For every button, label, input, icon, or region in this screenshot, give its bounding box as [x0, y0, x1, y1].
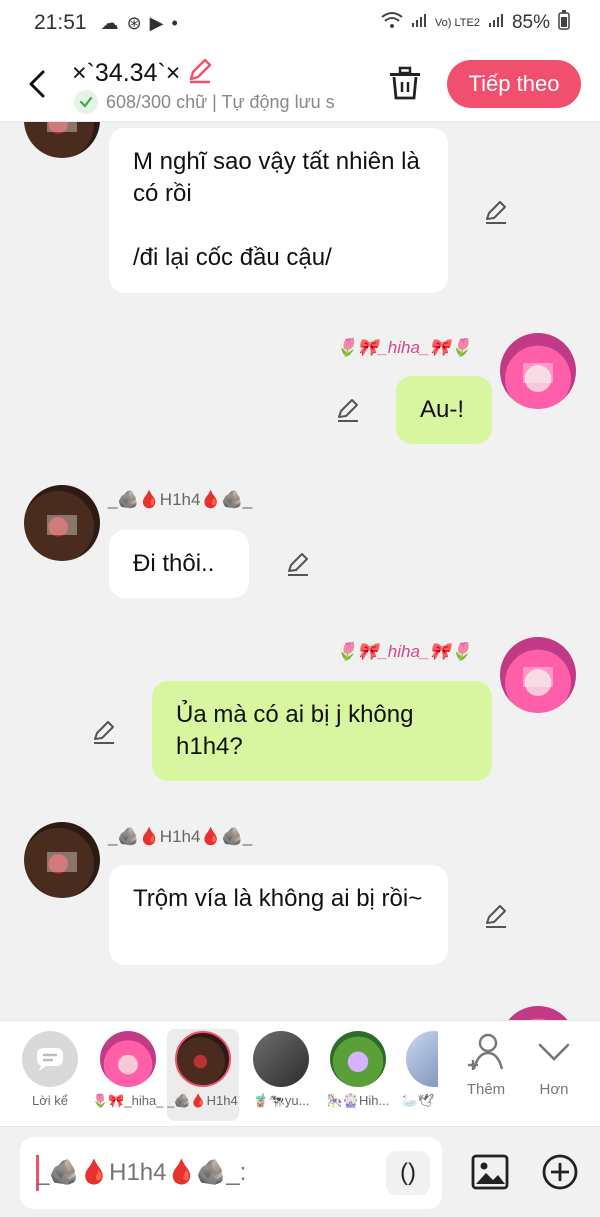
dot-icon: •: [171, 12, 178, 33]
character-label: 🎠🎡Hih...: [326, 1093, 390, 1108]
message-bubble[interactable]: Au-!: [396, 376, 492, 444]
signal-icon: [411, 12, 427, 34]
message-input[interactable]: [36, 1151, 376, 1195]
status-time: 21:51: [34, 11, 87, 34]
message-bubble[interactable]: Trộm vía là không ai bị rồi~: [109, 865, 448, 965]
story-title[interactable]: ×`34.34`×: [72, 56, 214, 91]
avatar[interactable]: [24, 822, 100, 898]
composer: (): [0, 1126, 600, 1217]
more-label: Hơn: [539, 1081, 569, 1098]
add-character-button[interactable]: Thêm: [456, 1031, 516, 1098]
compass-icon: ⊛: [126, 12, 142, 33]
signal-icon-2: [488, 12, 504, 34]
sender-name: _🪨🩸H1h4🩸🪨_: [108, 490, 253, 509]
character-option[interactable]: 🧋🐄yu...: [245, 1029, 317, 1121]
character-label: 🌷🎀_hiha_🎀🌷: [92, 1093, 164, 1108]
character-option[interactable]: 🦢🕊: [398, 1029, 438, 1121]
title-text: ×`34.34`×: [72, 59, 181, 87]
sender-name: 🌷🎀_hiha_🎀🌷: [336, 338, 472, 357]
add-label: Thêm: [466, 1081, 506, 1098]
character-avatar: [100, 1031, 156, 1087]
more-button[interactable]: Hơn: [524, 1031, 584, 1098]
add-person-icon: [468, 1033, 504, 1070]
sender-name: 🌷🎀_hiha_🎀🌷: [336, 642, 472, 661]
word-count-text: 608/300 chữ | Tự động lưu s: [106, 91, 335, 112]
chat-area[interactable]: M nghĩ sao vậy tất nhiên là có rồi /đi l…: [0, 122, 600, 1020]
action-parentheses-button[interactable]: (): [386, 1151, 430, 1195]
message-input-box[interactable]: (): [20, 1137, 442, 1209]
editor-header: ×`34.34`× 608/300 chữ | Tự động lưu s Ti…: [0, 46, 600, 122]
add-circle-icon[interactable]: [540, 1152, 580, 1192]
character-avatar: [406, 1031, 438, 1087]
battery-icon: [558, 10, 570, 36]
narrator-icon: [22, 1031, 78, 1087]
storyteller-label: Lời kể: [32, 1093, 68, 1108]
message-bubble[interactable]: Đi thôi..: [109, 530, 249, 598]
image-icon[interactable]: [470, 1152, 510, 1192]
edit-pencil-icon[interactable]: [284, 550, 312, 578]
wifi-icon: [381, 11, 403, 35]
status-system-icons: Vo) LTE2 85%: [381, 10, 570, 36]
avatar[interactable]: [500, 637, 576, 713]
character-avatar: [253, 1031, 309, 1087]
pencil-icon[interactable]: [186, 56, 214, 91]
chevron-down-icon: [538, 1043, 570, 1061]
character-option[interactable]: 🌷🎀_hiha_🎀🌷: [92, 1029, 164, 1121]
character-option-selected[interactable]: _🪨🩸H1h4🩸🪨_: [167, 1029, 239, 1121]
youtube-icon: ▶: [149, 12, 164, 33]
message-bubble[interactable]: M nghĩ sao vậy tất nhiên là có rồi /đi l…: [109, 128, 448, 293]
sender-name: _🪨🩸H1h4🩸🪨_: [108, 827, 253, 846]
message-bubble[interactable]: Ủa mà có ai bị j không h1h4?: [152, 681, 492, 781]
avatar[interactable]: [500, 333, 576, 409]
character-avatar: [175, 1031, 231, 1087]
character-label: _🪨🩸H1h4🩸🪨_: [167, 1093, 239, 1108]
edit-pencil-icon[interactable]: [334, 396, 362, 424]
status-notification-icons: ☁ ⊛ ▶ •: [101, 13, 178, 34]
back-arrow-icon[interactable]: [22, 66, 52, 102]
character-avatar: [330, 1031, 386, 1087]
status-bar: 21:51 ☁ ⊛ ▶ • Vo) LTE2 85%: [0, 0, 600, 46]
edit-pencil-icon[interactable]: [482, 198, 510, 226]
word-count-status: 608/300 chữ | Tự động lưu s: [74, 90, 335, 114]
character-label: 🧋🐄yu...: [252, 1093, 310, 1108]
check-icon: [74, 90, 98, 114]
storyteller-button[interactable]: Lời kể: [14, 1029, 86, 1121]
network-label: Vo) LTE2: [434, 16, 480, 29]
character-tray: Lời kể 🌷🎀_hiha_🎀🌷 _🪨🩸H1h4🩸🪨_ 🧋🐄yu... 🎠🎡H…: [0, 1020, 600, 1126]
character-option[interactable]: 🎠🎡Hih...: [322, 1029, 394, 1121]
character-label: 🦢🕊: [401, 1093, 435, 1108]
avatar[interactable]: [500, 1006, 576, 1020]
battery-percent: 85%: [511, 12, 550, 33]
next-button[interactable]: Tiếp theo: [447, 60, 581, 108]
avatar[interactable]: [24, 485, 100, 561]
cloud-icon: ☁: [100, 12, 119, 33]
avatar[interactable]: [24, 122, 100, 158]
trash-icon[interactable]: [386, 64, 424, 102]
edit-pencil-icon[interactable]: [90, 718, 118, 746]
edit-pencil-icon[interactable]: [482, 902, 510, 930]
